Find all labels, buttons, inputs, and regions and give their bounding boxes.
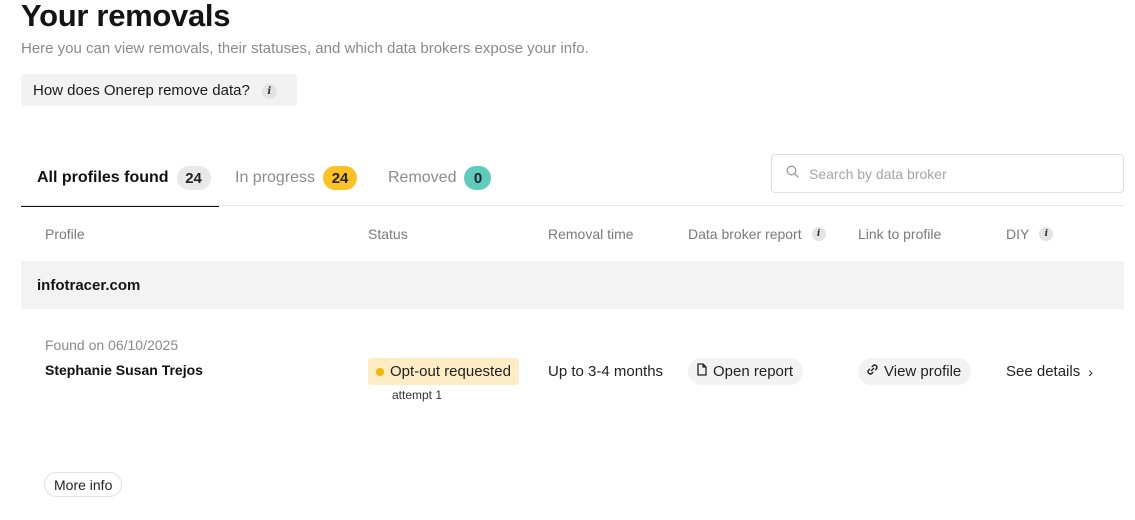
view-profile-button[interactable]: View profile xyxy=(858,358,972,385)
search-box xyxy=(771,154,1124,193)
tab-removed-count: 0 xyxy=(464,166,492,190)
tab-all-profiles[interactable]: All profiles found 24 xyxy=(37,150,211,206)
tab-all-profiles-count: 24 xyxy=(176,166,211,190)
page-subtitle: Here you can view removals, their status… xyxy=(21,40,589,57)
profile-tabs: All profiles found 24 In progress 24 Rem… xyxy=(21,150,501,207)
column-header-removal-time: Removal time xyxy=(548,226,634,242)
open-report-button[interactable]: Open report xyxy=(688,358,804,385)
tab-all-profiles-label: All profiles found xyxy=(37,169,169,186)
more-info-button[interactable]: More info xyxy=(44,472,123,497)
column-header-link-label: Link to profile xyxy=(858,226,942,242)
profile-name: Stephanie Susan Trejos xyxy=(45,362,203,378)
tab-removed[interactable]: Removed 0 xyxy=(388,150,492,206)
tab-in-progress-label: In progress xyxy=(235,169,316,186)
info-icon: i xyxy=(261,84,277,99)
more-info-label: More info xyxy=(54,476,113,493)
column-header-profile: Profile xyxy=(45,226,85,242)
status-label: Opt-out requested xyxy=(390,363,511,380)
column-header-status-label: Status xyxy=(368,226,408,242)
tab-removed-label: Removed xyxy=(388,169,457,186)
column-header-status: Status xyxy=(368,226,408,242)
link-icon xyxy=(866,363,884,380)
column-header-link: Link to profile xyxy=(858,226,941,242)
tab-in-progress[interactable]: In progress 24 xyxy=(235,150,358,206)
broker-name: infotracer.com xyxy=(37,276,141,294)
info-icon[interactable]: i xyxy=(811,227,826,241)
search-icon xyxy=(786,165,799,183)
attempt-label: attempt 1 xyxy=(392,388,443,402)
column-header-diy-label: DIY xyxy=(1006,226,1030,242)
header-divider xyxy=(21,205,1124,206)
view-profile-label: View profile xyxy=(884,363,962,380)
chevron-right-icon: › xyxy=(1088,363,1093,380)
found-on-date: Found on 06/10/2025 xyxy=(45,337,179,353)
column-header-report: Data broker report i xyxy=(688,226,826,242)
how-onerep-removes-label: How does Onerep remove data? xyxy=(33,81,250,99)
status-badge: Opt-out requested xyxy=(368,358,519,385)
page-title: Your removals xyxy=(21,0,231,33)
column-header-profile-label: Profile xyxy=(45,226,85,242)
search-input[interactable] xyxy=(809,165,1099,182)
see-details-label: See details xyxy=(1006,363,1081,380)
column-header-diy: DIY i xyxy=(1006,226,1054,242)
removal-time: Up to 3-4 months xyxy=(548,363,664,380)
see-details-link[interactable]: See details › xyxy=(1006,363,1093,380)
column-header-removal-time-label: Removal time xyxy=(548,226,634,242)
info-icon[interactable]: i xyxy=(1039,227,1054,241)
document-icon xyxy=(696,363,713,380)
open-report-label: Open report xyxy=(713,363,794,380)
broker-group-header: infotracer.com xyxy=(21,261,1124,309)
column-header-report-label: Data broker report xyxy=(688,226,802,242)
tab-in-progress-count: 24 xyxy=(323,166,358,190)
how-onerep-removes-button[interactable]: How does Onerep remove data? i xyxy=(21,74,297,106)
status-dot-icon xyxy=(376,367,384,376)
